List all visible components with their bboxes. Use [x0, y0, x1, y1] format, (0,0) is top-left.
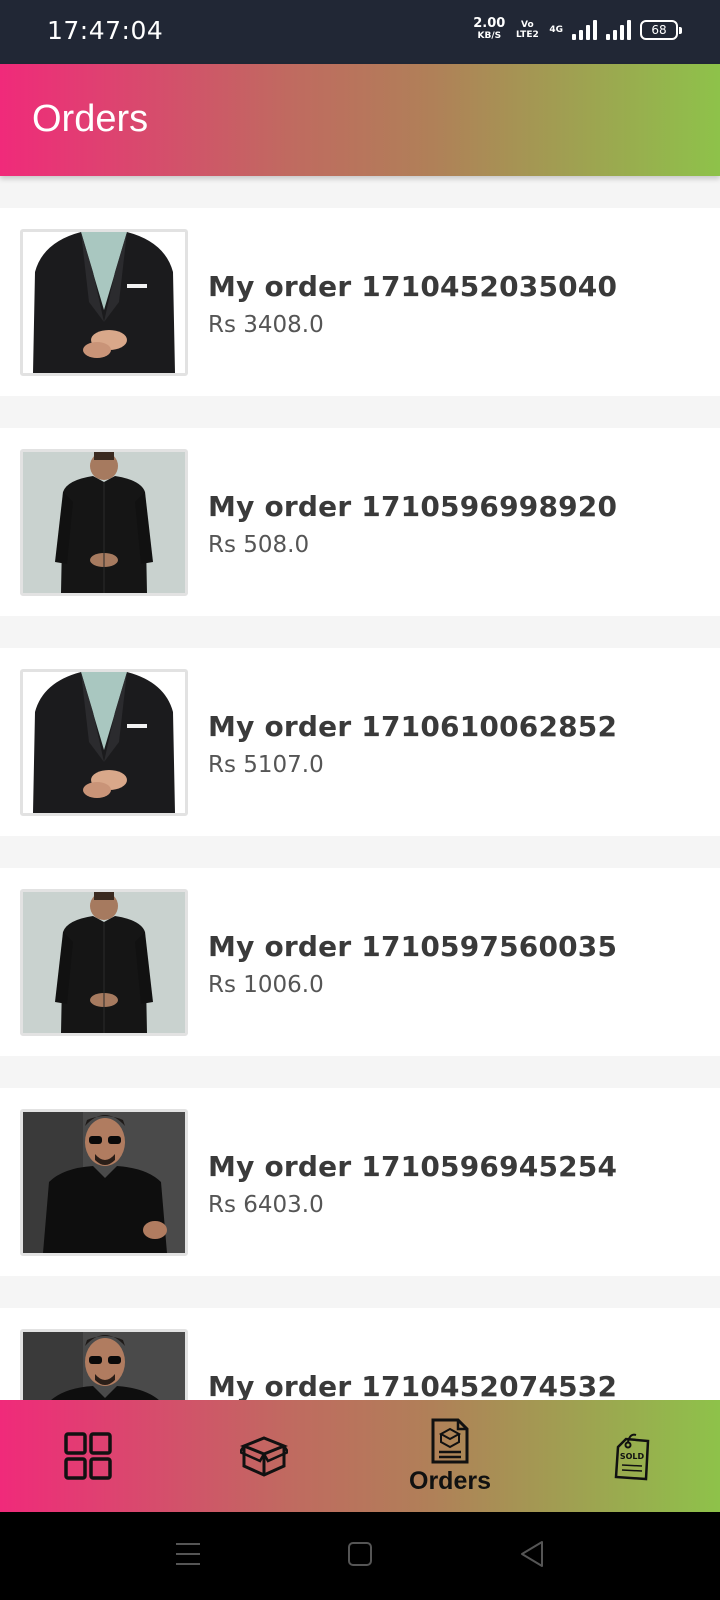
order-title: My order 1710610062852: [208, 710, 618, 743]
order-thumbnail: [20, 229, 188, 376]
nav-orders[interactable]: Orders: [380, 1400, 520, 1512]
blazer-product-image: [23, 232, 185, 373]
network-speed: 2.00 KB/S: [473, 16, 506, 41]
system-navigation-bar: [0, 1512, 720, 1600]
order-title: My order 1710452035040: [208, 270, 618, 303]
order-card[interactable]: My order 1710596998920 Rs 508.0: [0, 428, 720, 616]
back-icon[interactable]: [518, 1536, 546, 1572]
network-type-icon: 4G: [549, 25, 563, 35]
order-card[interactable]: My order 1710610062852 Rs 5107.0: [0, 648, 720, 836]
order-title: My order 1710452074532: [208, 1370, 618, 1400]
order-card[interactable]: My order 1710597560035 Rs 1006.0: [0, 868, 720, 1056]
signal-icon-2: [606, 20, 631, 40]
blazer-product-image: [23, 672, 185, 813]
order-price: Rs 3408.0: [208, 312, 324, 338]
bottom-navigation: Orders SOLD: [0, 1400, 720, 1512]
order-title: My order 1710597560035: [208, 930, 618, 963]
order-thumbnail: [20, 449, 188, 596]
app-bar: Orders: [0, 64, 720, 176]
status-time: 17:47:04: [47, 16, 164, 45]
orders-list[interactable]: My order 1710452035040 Rs 3408.0 My order…: [0, 176, 720, 1400]
nav-orders-label: Orders: [409, 1466, 491, 1495]
order-title: My order 1710596945254: [208, 1150, 618, 1183]
volte-icon: Vo LTE2: [515, 20, 539, 40]
order-thumbnail: [20, 669, 188, 816]
order-price: Rs 5107.0: [208, 752, 324, 778]
signal-icon-1: [572, 20, 597, 40]
order-thumbnail: [20, 1109, 188, 1256]
status-icons: 2.00 KB/S Vo LTE2 4G 68: [473, 16, 682, 42]
orders-document-icon: [431, 1418, 469, 1463]
order-card[interactable]: My order 1710452074532: [0, 1308, 720, 1400]
order-thumbnail: [20, 1329, 188, 1400]
nav-sold[interactable]: SOLD: [584, 1400, 680, 1512]
menu-icon[interactable]: [174, 1536, 202, 1572]
order-card[interactable]: My order 1710452035040 Rs 3408.0: [0, 208, 720, 396]
page-title: Orders: [32, 98, 149, 140]
black-kurta-product-image: [23, 892, 185, 1033]
order-card[interactable]: My order 1710596945254 Rs 6403.0: [0, 1088, 720, 1276]
black-shirt-product-image: [23, 1112, 185, 1253]
battery-icon: 68: [640, 20, 682, 40]
status-bar: 17:47:04 2.00 KB/S Vo LTE2 4G 68: [0, 0, 720, 64]
home-icon[interactable]: [346, 1536, 374, 1572]
box-icon: [240, 1436, 288, 1477]
order-title: My order 1710596998920: [208, 490, 618, 523]
nav-dashboard[interactable]: [40, 1400, 136, 1512]
order-price: Rs 508.0: [208, 532, 310, 558]
order-price: Rs 6403.0: [208, 1192, 324, 1218]
black-kurta-product-image: [23, 452, 185, 593]
svg-text:SOLD: SOLD: [620, 1452, 645, 1461]
order-price: Rs 1006.0: [208, 972, 324, 998]
order-thumbnail: [20, 889, 188, 1036]
black-shirt-product-image: [23, 1332, 185, 1400]
sold-tag-icon: SOLD: [614, 1433, 650, 1481]
dashboard-grid-icon: [64, 1432, 112, 1480]
nav-products[interactable]: [216, 1400, 312, 1512]
